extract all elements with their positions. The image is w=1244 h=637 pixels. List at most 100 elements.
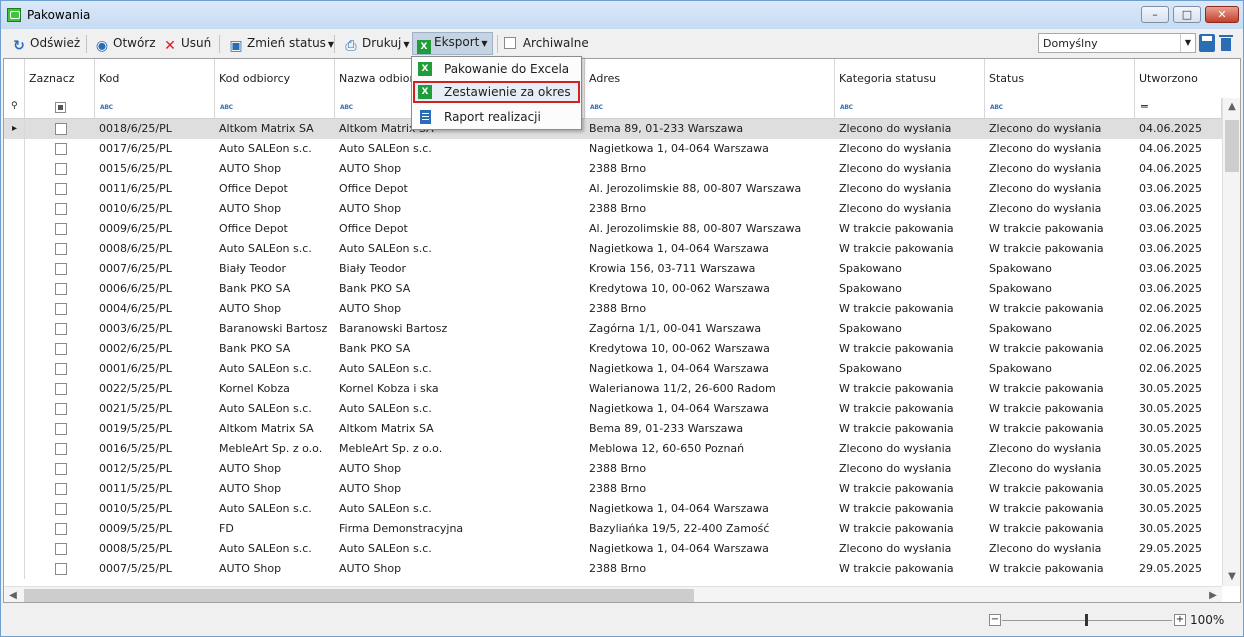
table-row[interactable]: 0009/6/25/PL Office Depot Office Depot Al. …	[4, 219, 1222, 239]
row-indicator[interactable]	[4, 179, 25, 199]
menu-item-fulfillment-report[interactable]: Raport realizacji	[413, 106, 580, 128]
open-button[interactable]: ◉ Otwórz	[94, 33, 156, 54]
zoom-slider-thumb[interactable]	[1085, 614, 1088, 626]
scroll-right-icon[interactable]: ▶	[1204, 587, 1222, 602]
row-checkbox[interactable]	[55, 363, 67, 375]
row-checkbox[interactable]	[55, 503, 67, 515]
row-indicator[interactable]	[4, 339, 25, 359]
filter-cell[interactable]: ABC	[95, 98, 215, 118]
zoom-out-button[interactable]: −	[989, 614, 1001, 626]
row-indicator[interactable]	[4, 419, 25, 439]
table-row[interactable]: 0003/6/25/PL Baranowski Bartosz Baranowski…	[4, 319, 1222, 339]
column-header[interactable]: Zaznacz	[25, 59, 95, 98]
table-row[interactable]: 0008/5/25/PL Auto SALEon s.c. Auto SALEon …	[4, 539, 1222, 559]
vertical-scroll-thumb[interactable]	[1225, 120, 1239, 172]
column-header[interactable]: Status	[985, 59, 1135, 98]
row-checkbox[interactable]	[55, 443, 67, 455]
row-checkbox[interactable]	[55, 383, 67, 395]
filter-cell[interactable]: ABC	[585, 98, 835, 118]
table-row[interactable]: 0007/5/25/PL AUTO Shop AUTO Shop 2388 Brno W…	[4, 559, 1222, 579]
column-header[interactable]: Kategoria statusu	[835, 59, 985, 98]
row-indicator[interactable]	[4, 239, 25, 259]
row-indicator[interactable]	[4, 539, 25, 559]
scroll-left-icon[interactable]: ◀	[4, 587, 22, 602]
row-indicator[interactable]: ▸	[4, 119, 25, 139]
table-row[interactable]: 0007/6/25/PL Biały Teodor Biały Teodor Krow…	[4, 259, 1222, 279]
table-row[interactable]: 0010/6/25/PL AUTO Shop AUTO Shop 2388 Brno Z…	[4, 199, 1222, 219]
table-row[interactable]: 0015/6/25/PL AUTO Shop AUTO Shop 2388 Brno Z…	[4, 159, 1222, 179]
row-indicator[interactable]	[4, 139, 25, 159]
minimize-button[interactable]: –	[1141, 6, 1169, 23]
column-header[interactable]: Utworzono	[1135, 59, 1240, 98]
row-checkbox[interactable]	[55, 263, 67, 275]
table-row[interactable]: 0016/5/25/PL MebleArt Sp. z o.o. MebleArt …	[4, 439, 1222, 459]
row-indicator[interactable]	[4, 499, 25, 519]
table-row[interactable]: 0017/6/25/PL Auto SALEon s.c. Auto SALEon …	[4, 139, 1222, 159]
row-indicator[interactable]	[4, 299, 25, 319]
close-button[interactable]: ✕	[1205, 6, 1239, 23]
table-row[interactable]: 0012/5/25/PL AUTO Shop AUTO Shop 2388 Brno Z…	[4, 459, 1222, 479]
menu-item-export-to-excel[interactable]: X Pakowanie do Excela	[413, 58, 580, 80]
row-checkbox[interactable]	[55, 483, 67, 495]
row-indicator[interactable]	[4, 399, 25, 419]
scroll-down-icon[interactable]: ▼	[1223, 568, 1240, 586]
row-checkbox[interactable]	[55, 463, 67, 475]
row-indicator[interactable]	[4, 219, 25, 239]
row-checkbox[interactable]	[55, 423, 67, 435]
table-row[interactable]: 0011/6/25/PL Office Depot Office Depot Al. …	[4, 179, 1222, 199]
row-checkbox[interactable]	[55, 303, 67, 315]
row-indicator[interactable]	[4, 519, 25, 539]
table-row[interactable]: 0001/6/25/PL Auto SALEon s.c. Auto SALEon …	[4, 359, 1222, 379]
row-indicator[interactable]	[4, 259, 25, 279]
filter-cell[interactable]: ABC	[985, 98, 1135, 118]
row-indicator[interactable]	[4, 199, 25, 219]
row-checkbox[interactable]	[55, 143, 67, 155]
row-indicator[interactable]	[4, 159, 25, 179]
table-row[interactable]: 0006/6/25/PL Bank PKO SA Bank PKO SA Kredyt…	[4, 279, 1222, 299]
row-checkbox[interactable]	[55, 543, 67, 555]
view-select[interactable]: Domyślny ▼	[1038, 33, 1196, 53]
row-checkbox[interactable]	[55, 523, 67, 535]
maximize-button[interactable]: □	[1173, 6, 1201, 23]
row-checkbox[interactable]	[55, 323, 67, 335]
row-indicator[interactable]	[4, 279, 25, 299]
horizontal-scroll-thumb[interactable]	[24, 589, 694, 602]
delete-button[interactable]: ✕ Usuń	[162, 33, 211, 54]
filter-pin-cell[interactable]: ⚲	[4, 98, 25, 118]
filter-cell[interactable]: ABC	[835, 98, 985, 118]
table-row[interactable]: 0010/5/25/PL Auto SALEon s.c. Auto SALEon …	[4, 499, 1222, 519]
table-row[interactable]: ▸ 0018/6/25/PL Altkom Matrix SA Altkom Matr…	[4, 119, 1222, 139]
row-checkbox[interactable]	[55, 343, 67, 355]
change-status-button[interactable]: ▣ Zmień status ▼	[228, 33, 334, 54]
row-checkbox[interactable]	[55, 563, 67, 575]
table-row[interactable]: 0021/5/25/PL Auto SALEon s.c. Auto SALEon …	[4, 399, 1222, 419]
row-checkbox[interactable]	[55, 283, 67, 295]
table-row[interactable]: 0019/5/25/PL Altkom Matrix SA Altkom Matri…	[4, 419, 1222, 439]
row-checkbox[interactable]	[55, 403, 67, 415]
trash-icon[interactable]	[1219, 34, 1233, 52]
row-indicator[interactable]	[4, 439, 25, 459]
archived-checkbox[interactable]	[504, 37, 516, 49]
table-row[interactable]: 0008/6/25/PL Auto SALEon s.c. Auto SALEon …	[4, 239, 1222, 259]
scroll-up-icon[interactable]: ▲	[1223, 98, 1240, 116]
vertical-scrollbar[interactable]: ▲ ▼	[1222, 98, 1240, 586]
row-checkbox[interactable]	[55, 123, 67, 135]
print-button[interactable]: ⎙ Drukuj ▼	[343, 33, 409, 54]
export-button[interactable]: X Eksport ▼	[412, 32, 493, 55]
column-header[interactable]: Kod odbiorcy	[215, 59, 335, 98]
chevron-down-icon[interactable]: ▼	[1180, 34, 1195, 52]
column-header[interactable]: Adres	[585, 59, 835, 98]
filter-cell[interactable]: ABC	[215, 98, 335, 118]
filter-cell[interactable]	[25, 98, 95, 118]
refresh-button[interactable]: ↻ Odśwież	[11, 33, 80, 54]
table-row[interactable]: 0002/6/25/PL Bank PKO SA Bank PKO SA Kredyt…	[4, 339, 1222, 359]
row-checkbox[interactable]	[55, 203, 67, 215]
filter-cell[interactable]: ═	[1135, 98, 1222, 118]
column-header[interactable]: Kod	[95, 59, 215, 98]
zoom-in-button[interactable]: +	[1174, 614, 1186, 626]
row-checkbox[interactable]	[55, 163, 67, 175]
table-row[interactable]: 0011/5/25/PL AUTO Shop AUTO Shop 2388 Brno W…	[4, 479, 1222, 499]
row-indicator[interactable]	[4, 479, 25, 499]
table-row[interactable]: 0022/5/25/PL Kornel Kobza Kornel Kobza i s…	[4, 379, 1222, 399]
row-checkbox[interactable]	[55, 183, 67, 195]
